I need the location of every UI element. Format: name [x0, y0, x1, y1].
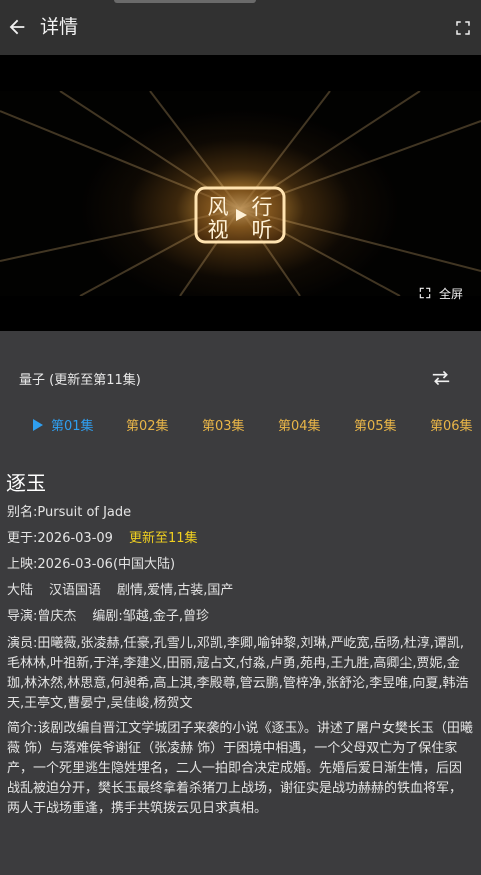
- fullscreen-label: 全屏: [438, 286, 463, 301]
- cast-block: 演员:田曦薇,张凌赫,任豪,孔雪儿,邓凯,李卿,喻钟黎,刘琳,严屹宽,岳旸,杜淳…: [7, 634, 473, 714]
- meta-row: 大陆 汉语国语 剧情,爱情,古装,国产: [7, 581, 233, 601]
- synopsis-value: 该剧改编自晋江文学城团子来袭的小说《逐玉》。讲述了屠户女樊长玉（田曦薇 饰）与落…: [7, 721, 473, 816]
- episode-item[interactable]: 第06集: [430, 415, 473, 434]
- synopsis-block: 简介:该剧改编自晋江文学城团子来袭的小说《逐玉》。讲述了屠户女樊长玉（田曦薇 饰…: [7, 719, 473, 819]
- crew-row: 导演:曾庆杰 编剧:邹越,金子,曾珍: [7, 607, 209, 627]
- genres: 剧情,爱情,古装,国产: [117, 583, 234, 598]
- source-label: 量子 (更新至第11集): [19, 373, 141, 388]
- alias-row: 别名:Pursuit of Jade: [7, 503, 131, 523]
- fengxing-video-logo: 风 行 视 听: [194, 186, 286, 244]
- language: 汉语国语: [49, 583, 102, 598]
- play-icon: [33, 419, 43, 431]
- release-row: 上映:2026-03-06(中国大陆): [7, 555, 175, 575]
- svg-text:听: 听: [252, 218, 273, 242]
- writer-value: 邹越,金子,曾珍: [122, 609, 210, 624]
- updated-row: 更于:2026-03-09 更新至11集: [7, 529, 198, 549]
- episode-item[interactable]: 第04集: [278, 415, 321, 434]
- video-player[interactable]: 风 行 视 听 全屏: [0, 55, 481, 331]
- swap-arrows-icon[interactable]: [431, 369, 451, 387]
- svg-text:行: 行: [252, 195, 273, 219]
- synopsis-label: 简介:: [7, 721, 38, 736]
- episode-item[interactable]: 第05集: [354, 415, 397, 434]
- cast-label: 演员:: [7, 636, 38, 651]
- status-notch: [114, 0, 256, 3]
- episode-item[interactable]: 第02集: [126, 415, 169, 434]
- page-title: 详情: [40, 16, 79, 38]
- svg-text:视: 视: [208, 218, 229, 242]
- updated-date: 2026-03-09: [37, 531, 113, 546]
- cast-value: 田曦薇,张凌赫,任豪,孔雪儿,邓凯,李卿,喻钟黎,刘琳,严屹宽,岳旸,杜淳,谭凯…: [7, 636, 469, 711]
- back-arrow-icon[interactable]: [6, 16, 28, 38]
- alias-value: Pursuit of Jade: [37, 505, 132, 520]
- episode-item[interactable]: 第01集: [51, 415, 94, 434]
- episode-item[interactable]: 第03集: [202, 415, 245, 434]
- episode-list: 第01集 第02集 第03集 第04集 第05集 第06集: [0, 410, 481, 438]
- update-status: 更新至11集: [128, 531, 198, 546]
- director-label: 导演:: [7, 609, 38, 624]
- updated-label: 更于:: [7, 531, 38, 546]
- release-value: 2026-03-06(中国大陆): [37, 557, 176, 572]
- release-label: 上映:: [7, 557, 38, 572]
- alias-label: 别名:: [7, 505, 38, 520]
- source-selector[interactable]: 量子 (更新至第11集): [0, 362, 481, 394]
- app-bar: 详情: [0, 0, 481, 55]
- fullscreen-button[interactable]: 全屏: [418, 284, 463, 302]
- director-value: 曾庆杰: [37, 609, 77, 624]
- expand-icon[interactable]: [454, 19, 472, 37]
- region: 大陆: [7, 583, 34, 598]
- writer-label: 编剧:: [92, 609, 123, 624]
- fullscreen-icon: [419, 287, 431, 299]
- drama-title: 逐玉: [6, 471, 46, 495]
- svg-text:风: 风: [208, 195, 229, 219]
